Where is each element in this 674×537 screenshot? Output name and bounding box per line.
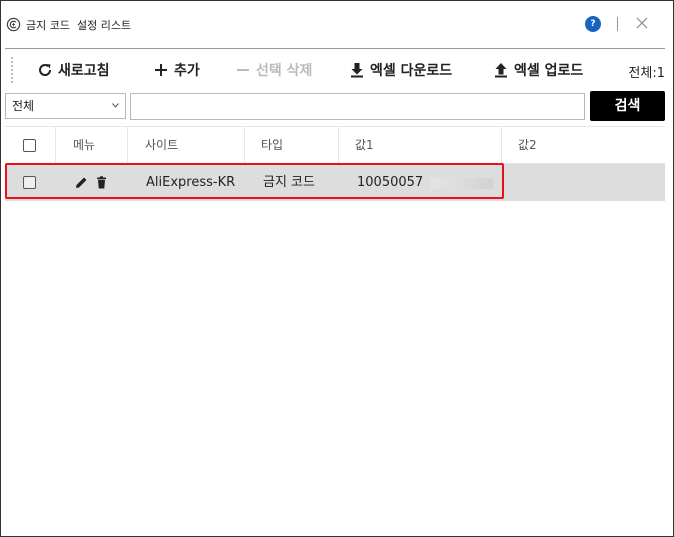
- table-row[interactable]: AliExpress-KR 금지 코드 10050057: [5, 164, 665, 201]
- help-icon[interactable]: ?: [585, 16, 601, 32]
- column-header-site[interactable]: 사이트: [128, 127, 245, 164]
- row-checkbox[interactable]: [23, 176, 36, 189]
- filter-select-value: 전체: [12, 99, 35, 113]
- app-window: 금지 코드 설정 리스트 ? 새로고침 추가 선택 삭제 엑셀 다운로드 엑셀 …: [0, 0, 674, 537]
- excel-download-button[interactable]: 엑셀 다운로드: [349, 57, 452, 83]
- add-label: 추가: [174, 63, 200, 79]
- data-grid: 메뉴 사이트 타입 값1 값2 AliExpress-KR 금지 코드 1005…: [5, 126, 665, 534]
- column-header-menu[interactable]: 메뉴: [56, 127, 128, 164]
- title-bar: 금지 코드 설정 리스트 ?: [1, 1, 673, 47]
- edit-pencil-icon[interactable]: [75, 176, 88, 189]
- cell-value1: 10050057: [357, 175, 424, 190]
- column-header-value1[interactable]: 값1: [339, 127, 502, 164]
- app-logo-icon: [6, 17, 21, 32]
- refresh-button[interactable]: 새로고침: [37, 57, 110, 83]
- grid-header: 메뉴 사이트 타입 값1 값2: [5, 126, 665, 164]
- total-count: 전체:1: [628, 66, 665, 81]
- add-button[interactable]: 추가: [153, 57, 200, 83]
- trash-icon[interactable]: [95, 176, 108, 189]
- close-icon[interactable]: [635, 16, 649, 30]
- toolbar-grip: [11, 57, 13, 83]
- refresh-icon: [39, 64, 52, 76]
- excel-download-label: 엑셀 다운로드: [370, 63, 453, 79]
- header-select-all-cell: [5, 127, 56, 164]
- filter-select[interactable]: 전체: [5, 93, 126, 119]
- search-button[interactable]: 검색: [590, 91, 665, 121]
- window-title: 금지 코드 설정 리스트: [26, 19, 132, 32]
- select-all-checkbox[interactable]: [23, 139, 36, 152]
- title-divider: [5, 48, 665, 49]
- redacted-value-blur: [431, 178, 493, 189]
- delete-selected-label: 선택 삭제: [256, 63, 313, 79]
- minus-icon: [237, 69, 249, 71]
- title-separator: [617, 17, 618, 31]
- delete-selected-button[interactable]: 선택 삭제: [235, 57, 312, 83]
- upload-icon: [495, 63, 507, 78]
- search-input[interactable]: [130, 93, 585, 120]
- cell-site: AliExpress-KR: [146, 175, 236, 190]
- chevron-down-icon: [112, 103, 119, 108]
- excel-upload-button[interactable]: 엑셀 업로드: [493, 57, 583, 83]
- download-icon: [351, 63, 363, 78]
- plus-icon: [155, 64, 167, 76]
- excel-upload-label: 엑셀 업로드: [514, 63, 584, 79]
- column-header-value2[interactable]: 값2: [502, 127, 665, 164]
- cell-type: 금지 코드: [263, 175, 315, 190]
- refresh-label: 새로고침: [58, 63, 110, 79]
- column-header-type[interactable]: 타입: [245, 127, 339, 164]
